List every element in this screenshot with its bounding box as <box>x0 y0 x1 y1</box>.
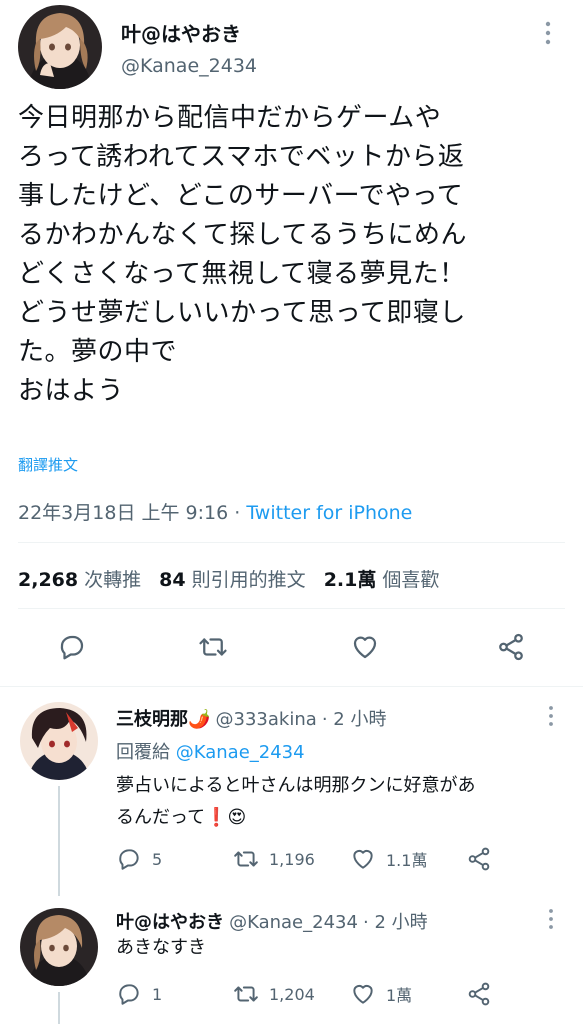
author-avatar[interactable] <box>18 5 102 89</box>
divider <box>0 686 583 687</box>
reply-icon <box>119 849 139 870</box>
retweet-button[interactable]: 1,204 <box>233 981 315 1007</box>
like-icon[interactable] <box>350 632 380 662</box>
tweet-stats: 2,268 次轉推 84 則引用的推文 2.1萬 個喜歡 <box>18 565 457 592</box>
reply-button[interactable]: 5 <box>116 846 162 872</box>
reply-author-handle[interactable]: @Kanae_2434 <box>229 912 358 933</box>
thread-line <box>58 786 60 896</box>
more-options-icon[interactable] <box>542 20 554 46</box>
more-options-icon[interactable] <box>546 705 556 727</box>
retweet-stat[interactable]: 2,268 次轉推 <box>18 569 159 591</box>
reply-text: 夢占いによると叶さんは明那クンに好意があ るんだって❗😍 <box>116 775 476 828</box>
like-label: 個喜歡 <box>382 569 440 591</box>
reply-author-name[interactable]: 叶@はやおき <box>116 912 224 933</box>
tweet-timestamp[interactable]: 22年3月18日 上午 9:16 <box>18 502 228 524</box>
author-name[interactable]: 叶@はやおき <box>121 18 241 47</box>
reply-count: 1 <box>152 984 163 1004</box>
tweet-meta: 22年3月18日 上午 9:16 · Twitter for iPhone <box>18 498 412 525</box>
like-icon <box>353 984 373 1004</box>
reply-author-avatar[interactable] <box>20 702 98 780</box>
translate-tweet-link[interactable]: 翻譯推文 <box>18 454 78 475</box>
share-icon <box>468 982 490 1006</box>
share-button[interactable] <box>466 981 502 1007</box>
like-stat[interactable]: 2.1萬 個喜歡 <box>324 569 458 591</box>
reply-author-name[interactable]: 三枝明那🌶️ <box>116 709 210 730</box>
reply-icon <box>119 984 139 1005</box>
retweet-icon <box>234 986 258 1002</box>
share-icon[interactable] <box>496 632 526 662</box>
retweet-label: 次轉推 <box>84 569 142 591</box>
reply-count: 5 <box>152 849 163 869</box>
like-count: 1萬 <box>386 986 413 1005</box>
meta-separator: · <box>234 502 241 524</box>
reply-icon[interactable] <box>57 632 87 662</box>
reply-time[interactable]: · 2 小時 <box>363 912 428 933</box>
tweet-text: 今日明那から配信中だからゲームや ろって誘われてスマホでベットから返 事したけど… <box>18 103 467 406</box>
quote-label: 則引用的推文 <box>191 569 306 591</box>
retweet-icon[interactable] <box>198 632 228 662</box>
reply-text: あきなすき <box>116 937 206 958</box>
like-count: 2.1萬 <box>323 569 377 591</box>
tweet-source[interactable]: Twitter for iPhone <box>246 502 412 524</box>
retweet-button[interactable]: 1,196 <box>233 846 315 872</box>
reply-header: 三枝明那🌶️ @333akina · 2 小時 <box>116 705 386 731</box>
retweet-count: 2,268 <box>18 569 79 591</box>
more-options-icon[interactable] <box>546 908 556 930</box>
reply-header: 叶@はやおき @Kanae_2434 · 2 小時 <box>116 908 428 934</box>
like-count: 1.1萬 <box>386 851 428 870</box>
reply-button[interactable]: 1 <box>116 981 162 1007</box>
divider <box>18 542 565 543</box>
retweet-count: 1,196 <box>269 849 315 869</box>
reply-time[interactable]: · 2 小時 <box>322 709 387 730</box>
quote-stat[interactable]: 84 則引用的推文 <box>159 569 324 591</box>
like-icon <box>353 849 373 869</box>
reply-author-handle[interactable]: @333akina <box>216 709 317 730</box>
reply-author-avatar[interactable] <box>20 908 98 986</box>
like-button[interactable]: 1.1萬 <box>350 846 427 872</box>
share-button[interactable] <box>466 846 502 872</box>
retweet-icon <box>234 851 258 867</box>
replying-to-handle[interactable]: @Kanae_2434 <box>176 742 305 763</box>
thread-line <box>58 992 60 1024</box>
replying-to-label: 回覆給 <box>116 742 170 763</box>
author-handle[interactable]: @Kanae_2434 <box>121 55 257 77</box>
retweet-count: 1,204 <box>269 984 315 1004</box>
like-button[interactable]: 1萬 <box>350 981 412 1007</box>
divider <box>18 608 565 609</box>
share-icon <box>468 847 490 871</box>
replying-to: 回覆給 @Kanae_2434 <box>116 738 305 764</box>
quote-count: 84 <box>159 569 186 591</box>
